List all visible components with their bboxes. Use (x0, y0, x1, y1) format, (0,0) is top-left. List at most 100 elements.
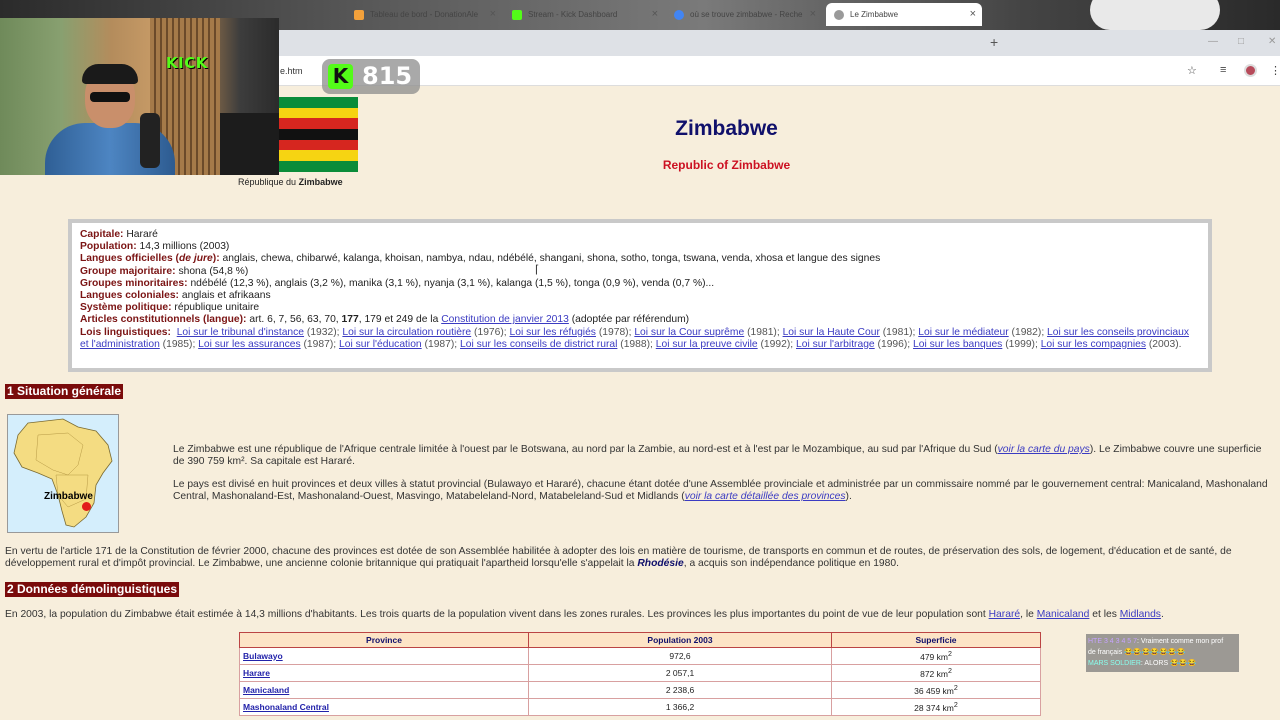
text: , a acquis son indépendance politique en… (683, 558, 899, 570)
area-exponent: 2 (953, 701, 958, 710)
info-key: Articles constitutionnels (langue): (80, 314, 247, 326)
cell-area: 479 km2 (831, 647, 1041, 665)
law-link[interactable]: Loi sur le tribunal d'instance (177, 327, 304, 338)
text: ). (845, 491, 852, 503)
chat-text: de français 😂😂😂😂😂😂😂 (1088, 649, 1186, 656)
law-year: (1932); (304, 326, 343, 338)
tab-0[interactable]: × (282, 3, 344, 26)
cell-province: Manicaland (239, 681, 529, 699)
info-key: Groupes minoritaires: (80, 277, 188, 289)
tab-google-search[interactable]: où se trouve zimbabwe - Reche × (666, 3, 822, 26)
law-year: (1976); (471, 326, 510, 338)
zimbabwe-location-dot (82, 502, 91, 511)
law-year: (1981); (879, 326, 919, 338)
tab-close-icon[interactable]: × (652, 8, 658, 20)
maximize-icon[interactable]: □ (1238, 36, 1244, 47)
law-link[interactable]: Loi sur la Cour suprême (634, 327, 744, 338)
cell-area: 872 km2 (831, 664, 1041, 682)
info-key: Langues officielles (de jure): (80, 253, 220, 264)
tab-close-icon[interactable]: × (970, 8, 976, 20)
cell-province: Bulawayo (239, 647, 529, 665)
cell-area: 28 374 km2 (831, 698, 1041, 716)
area-exponent: 2 (947, 650, 952, 659)
chat-text: : ALORS 😂😂😂 (1140, 660, 1197, 667)
column-header-superficie: Superficie (831, 632, 1041, 648)
africa-locator-map: Zimbabwe (7, 414, 119, 533)
info-key: Groupe majoritaire: (80, 265, 176, 277)
law-year: (1978); (595, 326, 635, 338)
law-link[interactable]: Loi sur les banques (913, 339, 1002, 350)
law-link[interactable]: Loi sur le médiateur (918, 327, 1008, 338)
tab-label: Tableau de bord - DonationAle (370, 10, 479, 19)
new-tab-button[interactable]: + (990, 34, 998, 50)
table-row: Harare 2 057,1 872 km2 (239, 664, 1041, 682)
info-value: anglais, chewa, chibarwé, kalanga, khois… (222, 253, 881, 265)
law-year: (1988); (617, 338, 656, 350)
table-header-row: Province Population 2003 Superficie (239, 632, 1041, 648)
kick-logo: KICK (166, 54, 208, 72)
tab-kick-dashboard[interactable]: Stream - Kick Dashboard × (504, 3, 664, 26)
manicaland-link[interactable]: Manicaland (1037, 609, 1090, 620)
monitor (220, 113, 279, 175)
viewer-count: 815 (362, 62, 413, 90)
info-langues-officielles: Langues officielles (de jure): anglais, … (80, 253, 1200, 265)
country-info-box: Capitale: Hararé Population: 14,3 millio… (68, 219, 1212, 372)
menu-kebab-icon[interactable]: ⋮ (1270, 64, 1280, 77)
close-window-icon[interactable]: ✕ (1268, 36, 1276, 47)
reading-list-icon[interactable]: ≡ (1220, 64, 1226, 76)
province-link[interactable]: Mashonaland Central (243, 702, 329, 712)
area-value: 872 km (920, 668, 948, 679)
law-link[interactable]: Loi sur la Haute Cour (783, 327, 880, 338)
law-link[interactable]: Loi sur l'arbitrage (796, 339, 875, 350)
province-link[interactable]: Manicaland (243, 685, 289, 695)
cell-province: Harare (239, 664, 529, 682)
tab-le-zimbabwe[interactable]: Le Zimbabwe × (826, 3, 982, 26)
tab-close-icon[interactable]: × (490, 8, 496, 20)
info-value: art. 6, 7, 56, 63, 70, (249, 314, 339, 326)
info-key: Lois linguistiques: (80, 326, 171, 338)
tab-close-icon[interactable]: × (810, 8, 816, 20)
law-link[interactable]: Loi sur l'éducation (339, 339, 422, 350)
chat-message: MARS SOLDIER: ALORS 😂😂😂 (1088, 658, 1237, 669)
area-value: 28 374 km (914, 702, 954, 713)
info-groupes-minoritaires: Groupes minoritaires: ndébélé (12,3 %), … (80, 278, 1200, 290)
text: En 2003, la population du Zimbabwe était… (5, 609, 989, 620)
law-link[interactable]: Loi sur les compagnies (1041, 339, 1146, 350)
harare-link[interactable]: Hararé (989, 609, 1020, 620)
law-link[interactable]: Loi sur la preuve civile (656, 339, 758, 350)
address-bar[interactable]: e.htm (280, 66, 303, 76)
cell-population: 972,6 (528, 647, 832, 665)
law-link[interactable]: Loi sur les réfugiés (510, 327, 596, 338)
flag-caption: République du Zimbabwe (238, 177, 343, 187)
provinces-map-link[interactable]: voir la carte détaillée des provinces (685, 491, 846, 502)
chat-message: de français 😂😂😂😂😂😂😂 (1088, 647, 1237, 658)
minimize-icon[interactable]: — (1208, 36, 1218, 47)
streamer-sunglasses (90, 92, 130, 102)
country-map-link[interactable]: voir la carte du pays (998, 444, 1090, 455)
tab-donationalerts[interactable]: Tableau de bord - DonationAle × (346, 3, 502, 26)
paragraph-provinces: Le pays est divisé en huit provinces et … (173, 479, 1273, 503)
province-link[interactable]: Harare (243, 668, 270, 678)
tab-close-icon[interactable]: × (332, 8, 338, 20)
info-key: Système politique: (80, 302, 172, 314)
law-year: (1982); (1008, 326, 1048, 338)
info-value: shona (54,8 %) (178, 265, 249, 277)
midlands-link[interactable]: Midlands (1120, 609, 1161, 620)
info-value: 14,3 millions (2003) (139, 241, 230, 253)
table-row: Bulawayo 972,6 479 km2 (239, 647, 1041, 665)
area-value: 36 459 km (914, 685, 954, 696)
info-articles: Articles constitutionnels (langue): art.… (80, 314, 1200, 326)
text: , le (1020, 609, 1037, 620)
constitution-link[interactable]: Constitution de janvier 2013 (441, 314, 569, 325)
bookmark-star-icon[interactable]: ☆ (1187, 64, 1197, 77)
chat-text: : Vraiment comme mon prof (1137, 638, 1224, 645)
law-link[interactable]: Loi sur les assurances (198, 339, 300, 350)
map-label: Zimbabwe (44, 491, 93, 502)
province-link[interactable]: Bulawayo (243, 651, 283, 661)
profile-avatar[interactable] (1244, 64, 1257, 77)
law-year: (1992); (757, 338, 796, 350)
law-link[interactable]: Loi sur la circulation routière (342, 327, 471, 338)
info-key-italic: de jure (179, 253, 213, 265)
law-link[interactable]: Loi sur les conseils de district rural (460, 339, 617, 350)
tab-label: où se trouve zimbabwe - Reche (690, 10, 803, 19)
